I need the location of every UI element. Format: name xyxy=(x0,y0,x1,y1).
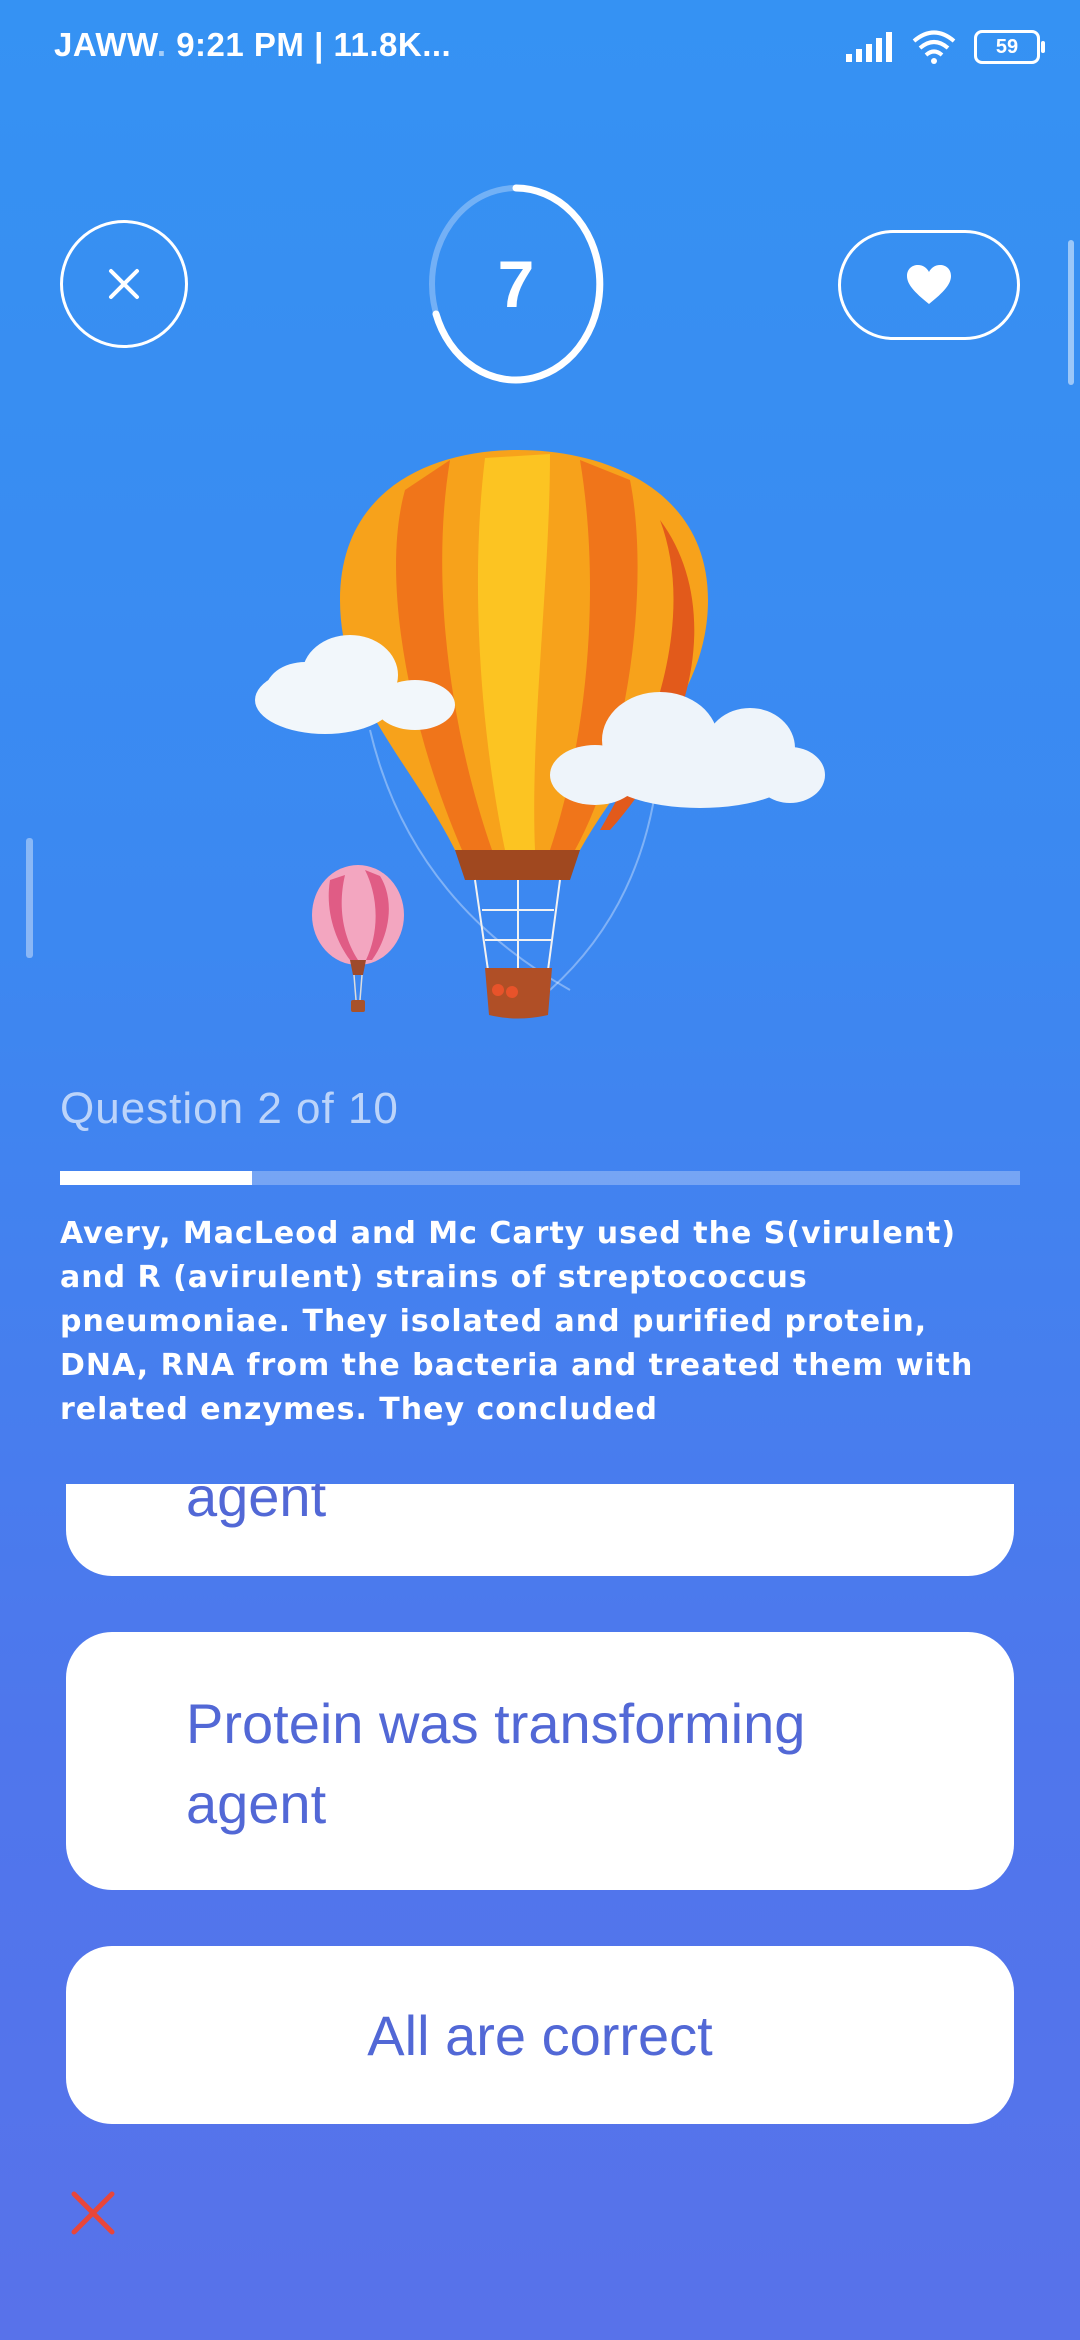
scrollbar-right[interactable] xyxy=(1068,240,1074,385)
question-counter: Question 2 of 10 xyxy=(60,1084,399,1133)
wrong-answer-icon xyxy=(71,2191,115,2235)
option-label: Protein was transforming agent xyxy=(186,1692,806,1835)
carrier-faded: . xyxy=(156,26,167,63)
option-all-correct[interactable]: All are correct xyxy=(66,1946,1014,2124)
close-icon xyxy=(109,269,139,299)
signal-icon xyxy=(846,32,892,62)
question-progress-fill xyxy=(60,1171,252,1185)
option-label: agent xyxy=(186,1484,327,1528)
battery-icon: 59 xyxy=(974,30,1045,64)
countdown-timer: 7 xyxy=(426,182,606,386)
carrier-label: JAWW xyxy=(54,26,157,63)
favorite-button[interactable] xyxy=(838,230,1020,340)
battery-level: 59 xyxy=(995,36,1019,58)
scrollbar-left[interactable] xyxy=(26,838,33,958)
timer-value: 7 xyxy=(497,247,535,321)
question-progress-bar xyxy=(60,1171,1020,1185)
option-partial[interactable]: agent xyxy=(66,1484,1014,1576)
question-text: Avery, MacLeod and Mc Carty used the S(v… xyxy=(60,1216,974,1427)
hot-air-balloon-illustration xyxy=(255,450,825,1019)
heart-icon xyxy=(907,265,951,304)
status-bar: JAWW. 9:21 PM | 11.8K... 59 xyxy=(0,0,1080,96)
options-list[interactable]: agent Protein was transforming agent All… xyxy=(0,1484,1080,2154)
wifi-icon xyxy=(912,30,956,64)
option-label: All are correct xyxy=(367,2003,713,2067)
time-label: 9:21 PM | 11.8K... xyxy=(176,26,452,63)
option-protein[interactable]: Protein was transforming agent xyxy=(66,1632,1014,1890)
close-button[interactable] xyxy=(60,220,188,348)
